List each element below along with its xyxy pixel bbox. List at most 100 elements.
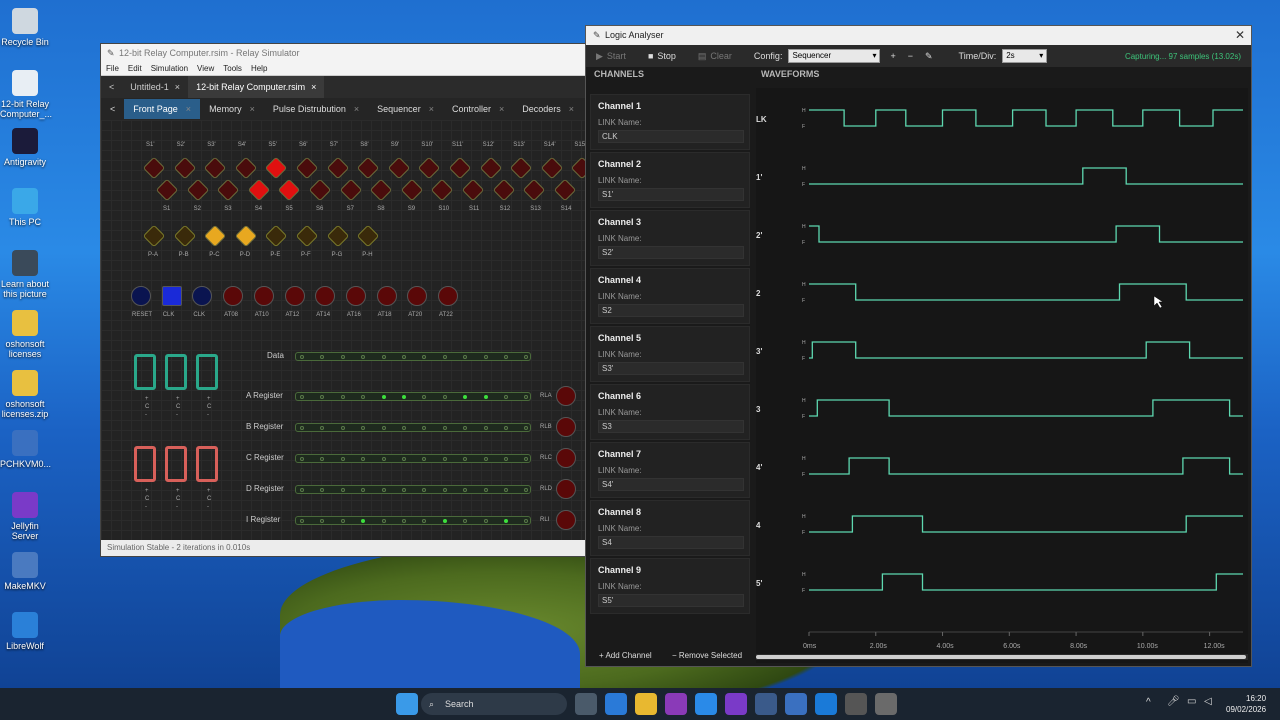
control-lamp[interactable]: [192, 286, 213, 306]
menu-item[interactable]: File: [106, 64, 119, 73]
store-icon[interactable]: [665, 693, 687, 715]
register-load-lamp[interactable]: [556, 386, 576, 406]
link-name-field[interactable]: S3: [598, 420, 744, 433]
phase-lamp[interactable]: [356, 224, 380, 248]
page-tab[interactable]: Sequencer ×: [368, 99, 443, 119]
channel-card[interactable]: Channel 6 LINK Name: S3: [590, 384, 750, 440]
relay-sim-icon[interactable]: [875, 693, 897, 715]
relay-lamp[interactable]: [186, 178, 209, 202]
relay-lamp[interactable]: [142, 156, 166, 180]
relay-lamp[interactable]: [216, 178, 240, 202]
control-lamp[interactable]: [376, 286, 397, 306]
relay-lamp[interactable]: [509, 156, 533, 180]
vscode-icon[interactable]: [815, 693, 837, 715]
windows-start-icon[interactable]: [396, 693, 418, 715]
page-tab[interactable]: Front Page ×: [124, 99, 201, 119]
relay-lamp[interactable]: [400, 178, 424, 202]
register-load-lamp[interactable]: [556, 510, 576, 530]
tab-nav-left[interactable]: <: [101, 76, 122, 98]
phase-lamp[interactable]: [326, 224, 349, 248]
close-icon[interactable]: ×: [186, 99, 191, 119]
close-icon[interactable]: ×: [175, 76, 180, 98]
file-explorer-icon[interactable]: [635, 693, 657, 715]
relay-lamp[interactable]: [369, 178, 393, 202]
close-icon[interactable]: ×: [499, 99, 504, 119]
edge-icon[interactable]: [605, 693, 627, 715]
browser-icon[interactable]: [695, 693, 717, 715]
control-lamp[interactable]: [253, 286, 274, 306]
file-tab[interactable]: Untitled-1 ×: [122, 76, 188, 98]
desktop-icon[interactable]: oshonsoft licenses.zip: [0, 370, 50, 419]
remove-config-button[interactable]: −: [908, 51, 913, 61]
relay-lamp[interactable]: [431, 178, 454, 202]
relay-lamp[interactable]: [326, 156, 349, 180]
link-name-field[interactable]: S4': [598, 478, 744, 491]
relay-lamp[interactable]: [265, 156, 288, 180]
phase-lamp[interactable]: [203, 224, 227, 248]
relay-lamp[interactable]: [295, 156, 319, 180]
phase-lamp[interactable]: [234, 224, 258, 248]
channel-card[interactable]: Channel 1 LINK Name: CLK: [590, 94, 750, 150]
circuit-canvas[interactable]: S1' S2' S3' S4' S5' S6' S7' S8' S9' S10' S11' S12' S…: [101, 120, 591, 542]
control-lamp[interactable]: [407, 286, 428, 306]
control-lamp[interactable]: [438, 286, 458, 306]
link-name-field[interactable]: S4: [598, 536, 744, 549]
config-select[interactable]: Sequencer ▾: [788, 49, 881, 63]
channel-card[interactable]: Channel 3 LINK Name: S2': [590, 210, 750, 266]
desktop-icon[interactable]: 12-bit Relay Computer_...: [0, 70, 52, 119]
link-name-field[interactable]: S2': [598, 246, 744, 259]
clock-toggle[interactable]: [161, 286, 182, 306]
control-lamp[interactable]: [315, 286, 336, 306]
add-channel-button[interactable]: + Add Channel: [599, 651, 652, 660]
close-icon[interactable]: ×: [311, 76, 316, 98]
desktop-icon[interactable]: oshonsoft licenses: [0, 310, 50, 359]
page-tab[interactable]: Pulse Distrubution ×: [264, 99, 368, 119]
jellyfin-icon[interactable]: [725, 693, 747, 715]
clear-button[interactable]: ▤ Clear: [698, 51, 732, 62]
scrollbar-thumb[interactable]: [756, 655, 1246, 659]
relay-lamp[interactable]: [522, 178, 546, 202]
start-button[interactable]: ▶ Start: [596, 51, 626, 62]
channel-card[interactable]: Channel 5 LINK Name: S3': [590, 326, 750, 382]
stop-button[interactable]: ■ Stop: [648, 51, 676, 61]
relay-lamp[interactable]: [387, 156, 411, 180]
relay-lamp[interactable]: [461, 178, 485, 202]
channel-card[interactable]: Channel 2 LINK Name: S1': [590, 152, 750, 208]
page-tab[interactable]: Memory ×: [200, 99, 264, 119]
remove-selected-button[interactable]: − Remove Selected: [672, 651, 742, 660]
waveform-display[interactable]: LK H F 1' H F 2' H F 2 H F 3' H F 3 H F 4' H F 4 H F 5' H F 0ms 2.00…: [756, 88, 1248, 663]
register-load-lamp[interactable]: [556, 448, 576, 468]
microphone-icon[interactable]: 🎤︎: [1167, 696, 1180, 707]
channel-card[interactable]: Channel 8 LINK Name: S4: [590, 500, 750, 556]
close-icon[interactable]: ×: [354, 99, 359, 119]
desktop-icon[interactable]: Antigravity: [0, 128, 50, 167]
close-icon[interactable]: ×: [429, 99, 434, 119]
relay-lamp[interactable]: [540, 156, 564, 180]
desktop-icon[interactable]: Recycle Bin: [0, 8, 50, 47]
clock-time[interactable]: 16:20: [1246, 694, 1266, 703]
vm-icon[interactable]: [785, 693, 807, 715]
phase-lamp[interactable]: [173, 224, 196, 248]
channel-card[interactable]: Channel 7 LINK Name: S4': [590, 442, 750, 498]
relay-lamp[interactable]: [234, 156, 258, 180]
register-load-lamp[interactable]: [556, 417, 576, 437]
menu-item[interactable]: Simulation: [151, 64, 188, 73]
desktop-icon[interactable]: MakeMKV: [0, 552, 50, 591]
phase-lamp[interactable]: [295, 224, 319, 248]
menu-item[interactable]: Tools: [223, 64, 242, 73]
register-load-lamp[interactable]: [556, 479, 576, 499]
relay-lamp[interactable]: [492, 178, 515, 202]
volume-icon[interactable]: ◁: [1204, 696, 1212, 707]
network-icon[interactable]: [755, 693, 777, 715]
taskbar-search[interactable]: ⌕ Search: [421, 693, 567, 715]
clock-date[interactable]: 09/02/2026: [1226, 705, 1266, 714]
relay-lamp[interactable]: [155, 178, 179, 202]
relay-lamp[interactable]: [339, 178, 362, 202]
close-icon[interactable]: ✕: [1235, 26, 1245, 45]
page-tab-nav-left[interactable]: <: [101, 99, 124, 119]
relay-lamp[interactable]: [308, 178, 332, 202]
desktop-icon[interactable]: PCHKVM0...: [0, 430, 51, 469]
page-tab[interactable]: Controller ×: [443, 99, 513, 119]
relay-lamp[interactable]: [203, 156, 227, 180]
phase-lamp[interactable]: [265, 224, 288, 248]
